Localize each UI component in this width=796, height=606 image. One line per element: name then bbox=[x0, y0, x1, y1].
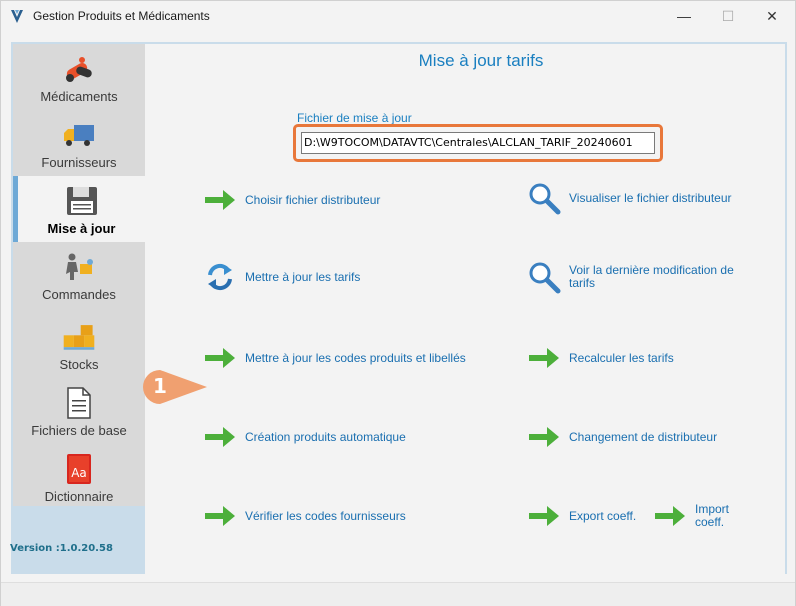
sidebar-item-label: Médicaments bbox=[40, 89, 118, 104]
close-button[interactable]: ✕ bbox=[749, 1, 795, 31]
sidebar-item-label: Stocks bbox=[59, 357, 99, 372]
change-distributor-button[interactable]: Changement de distributeur bbox=[527, 421, 717, 453]
action-label: Changement de distributeur bbox=[569, 429, 718, 444]
document-icon bbox=[62, 387, 96, 419]
magnifier-icon bbox=[527, 261, 561, 294]
title-bar: Gestion Produits et Médicaments — ☐ ✕ bbox=[1, 1, 795, 31]
floppy-disk-icon bbox=[65, 185, 99, 217]
green-arrow-icon bbox=[203, 184, 237, 216]
magnifier-icon bbox=[527, 182, 561, 215]
sidebar-item-label: Fichiers de base bbox=[31, 423, 127, 438]
action-label: Mettre à jour les codes produits et libe… bbox=[245, 350, 466, 365]
sidebar-item-label: Fournisseurs bbox=[41, 155, 117, 170]
boxes-icon bbox=[62, 321, 96, 353]
sidebar-item-fichiers-de-base[interactable]: Fichiers de base bbox=[13, 378, 145, 444]
green-arrow-icon bbox=[527, 500, 561, 532]
sidebar-item-label: Dictionnaire bbox=[44, 489, 114, 504]
maximize-button[interactable]: ☐ bbox=[705, 1, 751, 31]
sidebar-item-mise-a-jour[interactable]: Mise à jour bbox=[13, 176, 145, 242]
sidebar-item-fournisseurs[interactable]: Fournisseurs bbox=[13, 110, 145, 176]
action-label: Export coeff. bbox=[569, 508, 637, 523]
sidebar-item-stocks[interactable]: Stocks bbox=[13, 308, 145, 378]
action-label: Création produits automatique bbox=[245, 429, 406, 444]
import-coeff-button[interactable]: Import coeff. bbox=[653, 500, 743, 532]
update-product-codes-button[interactable]: Mettre à jour les codes produits et libe… bbox=[203, 342, 466, 374]
callout-badge: 1 bbox=[141, 368, 213, 406]
file-path-input[interactable]: D:\W9TOCOM\DATAVTC\Centrales\ALCLAN_TARI… bbox=[301, 132, 655, 154]
pills-icon bbox=[62, 53, 96, 85]
sidebar-item-label: Commandes bbox=[42, 287, 116, 302]
status-strip bbox=[1, 582, 795, 606]
dictionary-icon: Aa bbox=[62, 453, 96, 485]
view-distributor-file-button[interactable]: Visualiser le fichier distributeur bbox=[527, 182, 732, 215]
app-logo-icon bbox=[11, 10, 23, 23]
main-content: Mise à jour tarifs Fichier de mise à jou… bbox=[145, 44, 785, 574]
update-prices-button[interactable]: Mettre à jour les tarifs bbox=[203, 261, 360, 293]
sidebar-item-label: Mise à jour bbox=[47, 221, 116, 236]
view-last-price-change-button[interactable]: Voir la dernière modification de tarifs bbox=[527, 261, 747, 294]
sidebar-item-commandes[interactable]: Commandes bbox=[13, 242, 145, 308]
green-arrow-icon bbox=[653, 500, 687, 532]
file-field-highlight: D:\W9TOCOM\DATAVTC\Centrales\ALCLAN_TARI… bbox=[293, 124, 663, 162]
sidebar: Médicaments Fournisseurs Mise à jour Com… bbox=[13, 44, 145, 506]
green-arrow-icon bbox=[527, 342, 561, 374]
app-window: Gestion Produits et Médicaments — ☐ ✕ Mé… bbox=[0, 0, 796, 606]
minimize-button[interactable]: — bbox=[661, 1, 707, 31]
action-label: Voir la dernière modification de tarifs bbox=[569, 263, 734, 290]
green-arrow-icon bbox=[203, 500, 237, 532]
client-area: Médicaments Fournisseurs Mise à jour Com… bbox=[1, 31, 795, 606]
check-supplier-codes-button[interactable]: Vérifier les codes fournisseurs bbox=[203, 500, 406, 532]
delivery-person-icon bbox=[62, 251, 96, 283]
action-label: Recalculer les tarifs bbox=[569, 350, 674, 365]
export-coeff-button[interactable]: Export coeff. bbox=[527, 500, 636, 532]
page-title: Mise à jour tarifs bbox=[418, 51, 544, 70]
action-label: Visualiser le fichier distributeur bbox=[569, 190, 732, 205]
version-label: Version :1.0.20.58 bbox=[10, 543, 113, 554]
choose-distributor-file-button[interactable]: Choisir fichier distributeur bbox=[203, 184, 380, 216]
action-label: Mettre à jour les tarifs bbox=[245, 269, 361, 284]
recalculate-prices-button[interactable]: Recalculer les tarifs bbox=[527, 342, 674, 374]
svg-text:Aa: Aa bbox=[71, 466, 87, 480]
action-label: Import coeff. bbox=[695, 502, 730, 529]
sidebar-item-dictionnaire[interactable]: Aa Dictionnaire bbox=[13, 444, 145, 510]
file-field-label: Fichier de mise à jour bbox=[297, 111, 412, 125]
sidebar-item-medicaments[interactable]: Médicaments bbox=[13, 44, 145, 110]
green-arrow-icon bbox=[203, 421, 237, 453]
action-label: Vérifier les codes fournisseurs bbox=[245, 508, 406, 523]
window-title: Gestion Produits et Médicaments bbox=[33, 9, 210, 23]
refresh-icon bbox=[203, 261, 237, 293]
truck-icon bbox=[62, 119, 96, 151]
callout-number: 1 bbox=[153, 374, 167, 398]
green-arrow-icon bbox=[527, 421, 561, 453]
auto-create-products-button[interactable]: Création produits automatique bbox=[203, 421, 406, 453]
action-label: Choisir fichier distributeur bbox=[245, 192, 381, 207]
